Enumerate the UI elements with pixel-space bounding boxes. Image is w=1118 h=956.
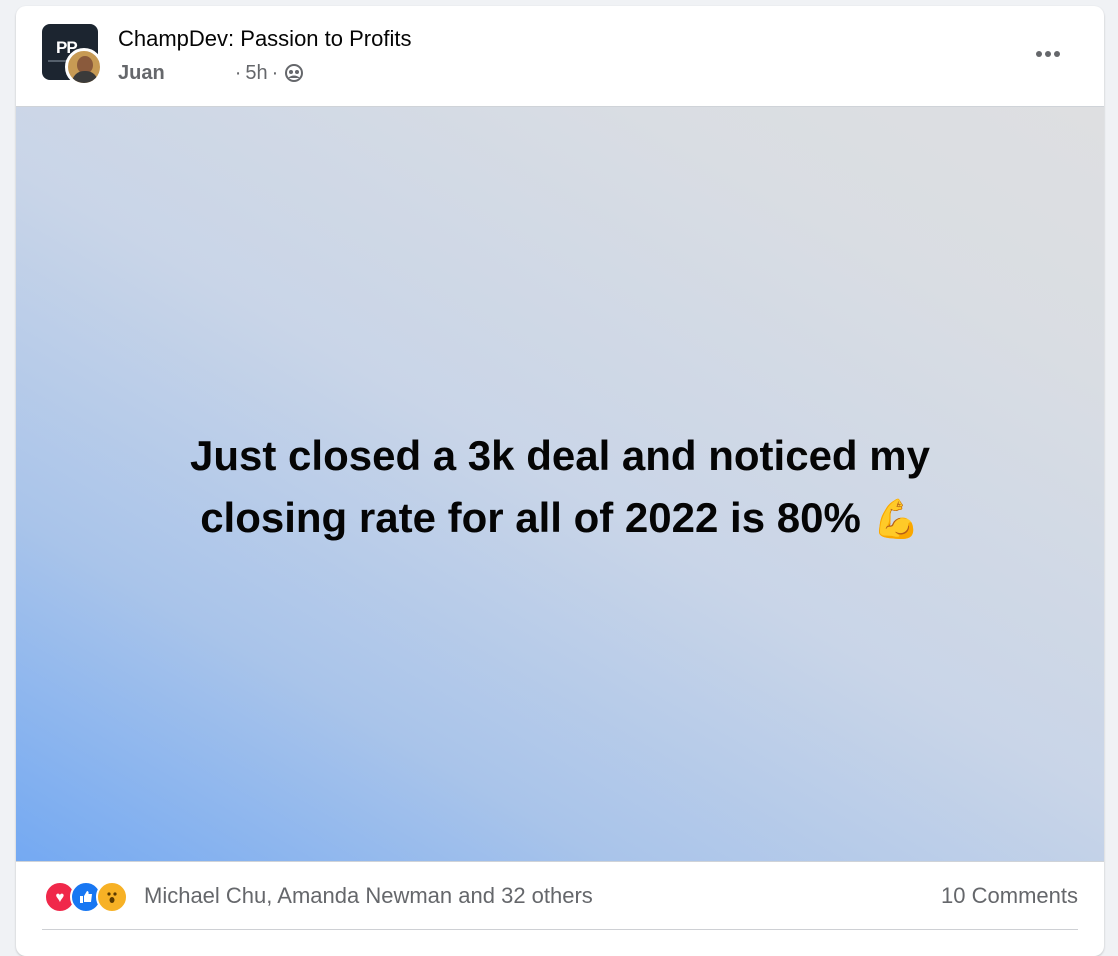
more-options-button[interactable] [1028, 36, 1068, 72]
avatar-body [72, 71, 98, 83]
post-text: Just closed a 3k deal and noticed my clo… [106, 425, 1014, 551]
author-avatar[interactable] [65, 48, 103, 86]
post-header: PP ChampDev: Passion to Profits Juan · 5… [16, 6, 1104, 106]
comments-count[interactable]: 10 Comments [941, 883, 1078, 909]
meta-separator: · [234, 61, 242, 84]
post-card: PP ChampDev: Passion to Profits Juan · 5… [16, 6, 1104, 956]
reactions-bar: ♥ Michael Chu, Amanda Newman and 32 othe… [16, 861, 1104, 931]
divider [42, 929, 1078, 930]
meta-separator: · [271, 61, 279, 84]
more-options-icon [1036, 51, 1060, 57]
author-name-link[interactable]: Juan [118, 62, 165, 85]
reaction-icons[interactable]: ♥ [44, 881, 128, 913]
reactions-summary[interactable]: Michael Chu, Amanda Newman and 32 others [144, 883, 593, 909]
post-text-line: Just closed a 3k deal and noticed my [190, 432, 930, 479]
post-text-line-2: closing rate for all of 2022 is 80% 💪 [106, 487, 1014, 551]
post-text-line: closing rate for all of 2022 is 80% [200, 494, 861, 541]
wow-reaction-icon [96, 881, 128, 913]
group-audience-icon[interactable] [284, 63, 304, 83]
post-background: Just closed a 3k deal and noticed my clo… [16, 106, 1104, 862]
group-name-link[interactable]: ChampDev: Passion to Profits [118, 26, 411, 52]
flexed-biceps-emoji: 💪 [872, 499, 920, 541]
post-timestamp[interactable]: 5h [245, 62, 267, 85]
post-meta: Juan · 5h · [118, 61, 304, 85]
